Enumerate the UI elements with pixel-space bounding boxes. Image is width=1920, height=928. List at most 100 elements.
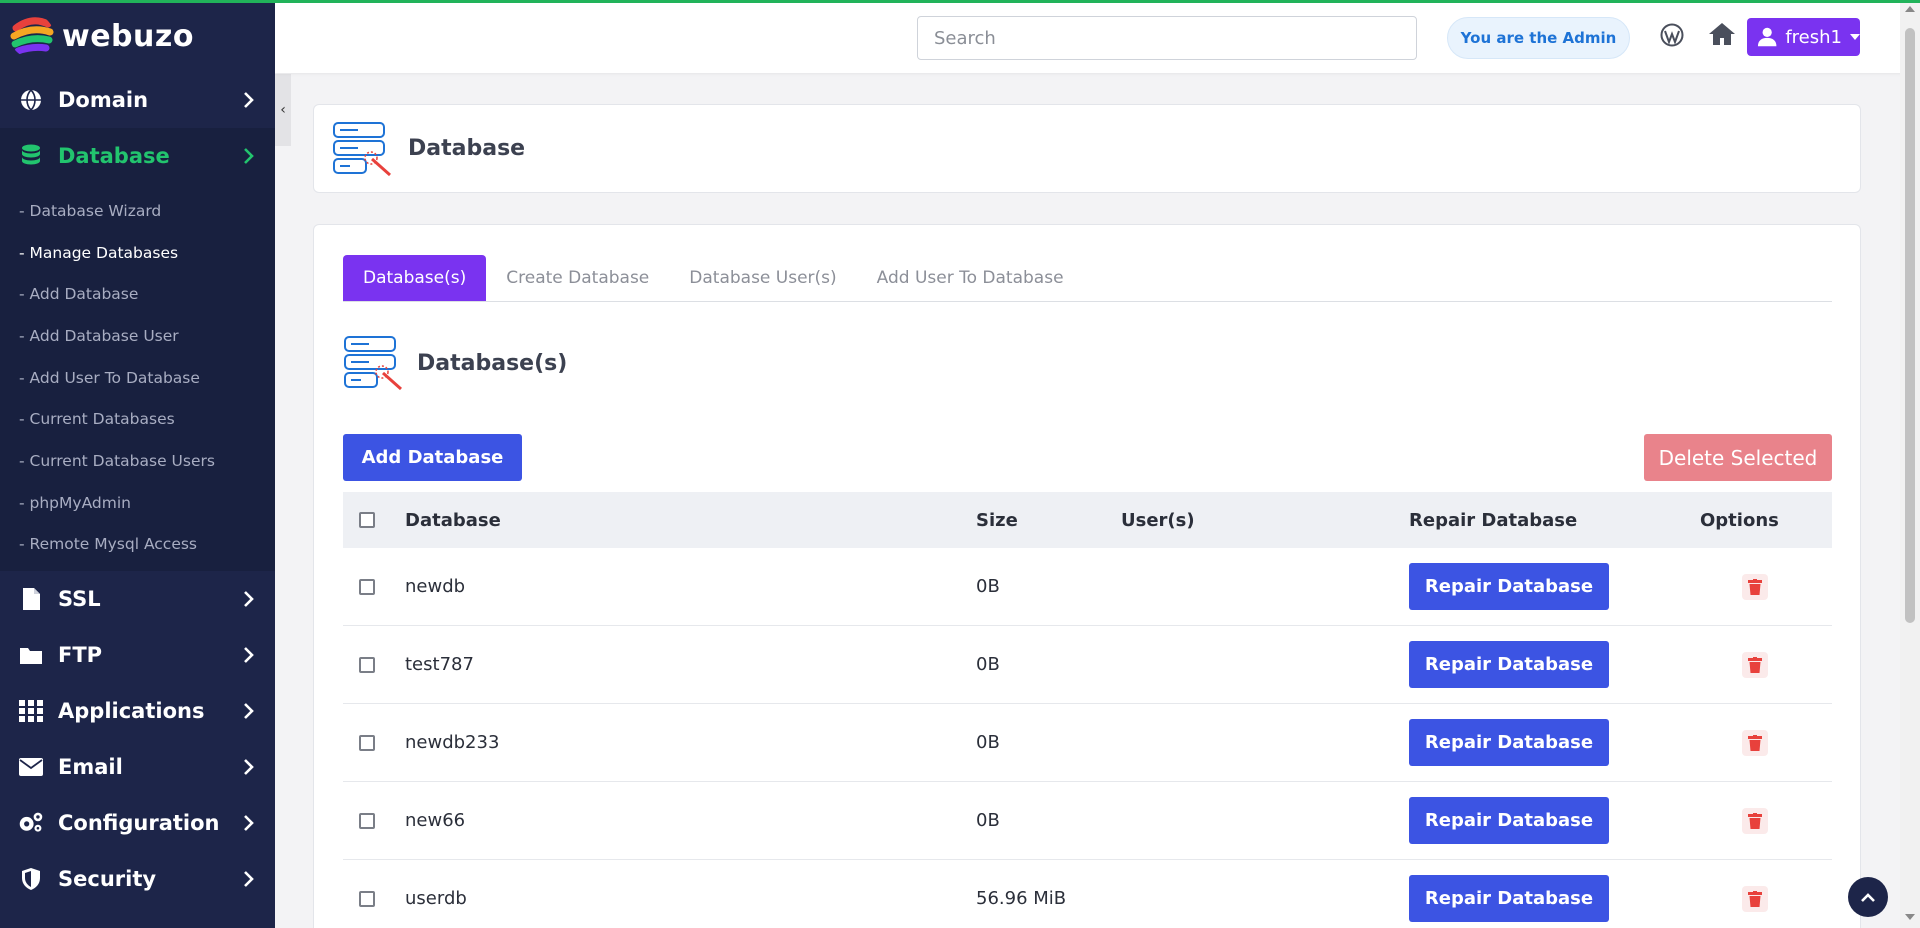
tab-add-user-to-database[interactable]: Add User To Database	[857, 255, 1084, 301]
column-header-size: Size	[976, 509, 1018, 531]
repair-database-button[interactable]: Repair Database	[1409, 719, 1609, 766]
home-icon[interactable]	[1707, 21, 1737, 47]
delete-selected-button[interactable]: Delete Selected	[1644, 434, 1832, 481]
submenu-phpmyadmin[interactable]: - phpMyAdmin	[0, 482, 275, 524]
tab-create-database[interactable]: Create Database	[486, 255, 669, 301]
row-checkbox[interactable]	[359, 656, 375, 673]
submenu-current-databases[interactable]: - Current Databases	[0, 398, 275, 440]
page-scrollbar[interactable]	[1900, 0, 1920, 928]
trash-icon[interactable]	[1742, 573, 1768, 600]
submenu-add-database[interactable]: - Add Database	[0, 273, 275, 315]
admin-status-badge: You are the Admin	[1447, 17, 1630, 59]
trash-icon[interactable]	[1742, 729, 1768, 756]
database-submenu: - Database Wizard - Manage Databases - A…	[0, 184, 275, 572]
scroll-up-arrow-icon[interactable]	[1905, 6, 1915, 12]
database-name: new66	[405, 810, 466, 831]
user-menu-button[interactable]: fresh1	[1747, 18, 1860, 56]
add-database-button[interactable]: Add Database	[343, 434, 522, 481]
gears-icon	[18, 810, 44, 836]
page-header-card: Database	[313, 104, 1861, 193]
sidebar-item-email[interactable]: Email	[0, 739, 275, 795]
database-size: 0B	[976, 732, 1000, 753]
section-header: Database(s)	[343, 335, 567, 391]
tab-bar: Database(s) Create Database Database Use…	[343, 255, 1832, 302]
submenu-remote-mysql-access[interactable]: - Remote Mysql Access	[0, 524, 275, 566]
sidebar-item-domain[interactable]: Domain	[0, 72, 275, 128]
repair-database-button[interactable]: Repair Database	[1409, 875, 1609, 922]
sidebar-item-database[interactable]: Database	[0, 128, 275, 184]
top-header: You are the Admin fresh1	[275, 3, 1920, 73]
sidebar-item-label: Email	[58, 755, 123, 780]
shield-icon	[18, 866, 44, 892]
repair-database-button[interactable]: Repair Database	[1409, 641, 1609, 688]
row-checkbox[interactable]	[359, 812, 375, 829]
table-row: new66 0B Repair Database	[343, 782, 1832, 860]
scrollbar-thumb[interactable]	[1905, 28, 1915, 623]
webuzo-logo-icon	[10, 14, 54, 58]
table-row: newdb233 0B Repair Database	[343, 704, 1832, 782]
submenu-add-user-to-database[interactable]: - Add User To Database	[0, 357, 275, 399]
page-title: Database	[408, 136, 526, 161]
table-row: newdb 0B Repair Database	[343, 548, 1832, 626]
sidebar-item-ftp[interactable]: FTP	[0, 627, 275, 683]
folder-icon	[18, 642, 44, 668]
database-size: 0B	[976, 810, 1000, 831]
sidebar-item-ssl[interactable]: SSL	[0, 571, 275, 627]
database-wizard-icon	[333, 121, 391, 176]
database-name: newdb233	[405, 732, 500, 753]
trash-icon[interactable]	[1742, 651, 1768, 678]
database-size: 0B	[976, 654, 1000, 675]
chevron-right-icon	[244, 647, 254, 664]
chevron-right-icon	[244, 703, 254, 720]
database-size: 56.96 MiB	[976, 888, 1067, 909]
sidebar-item-applications[interactable]: Applications	[0, 683, 275, 739]
chevron-right-icon	[244, 815, 254, 832]
column-header-database: Database	[405, 509, 501, 531]
scroll-down-arrow-icon[interactable]	[1905, 914, 1915, 920]
wordpress-icon[interactable]	[1660, 23, 1684, 47]
caret-down-icon	[1850, 34, 1860, 40]
chevron-right-icon	[244, 871, 254, 888]
tab-database-users[interactable]: Database User(s)	[669, 255, 856, 301]
top-accent-line	[0, 0, 1920, 3]
grid-icon	[18, 698, 44, 724]
file-icon	[18, 586, 44, 612]
repair-database-button[interactable]: Repair Database	[1409, 797, 1609, 844]
table-row: userdb 56.96 MiB Repair Database	[343, 860, 1832, 928]
sidebar-item-configuration[interactable]: Configuration	[0, 795, 275, 851]
submenu-manage-databases[interactable]: - Manage Databases	[0, 232, 275, 274]
table-header: Database Size User(s) Repair Database Op…	[343, 492, 1832, 548]
database-size: 0B	[976, 576, 1000, 597]
sidebar-collapse-toggle[interactable]: ‹	[275, 74, 291, 146]
column-header-repair: Repair Database	[1409, 509, 1578, 531]
select-all-checkbox[interactable]	[359, 512, 375, 528]
logo[interactable]: webuzo	[0, 0, 275, 72]
row-checkbox[interactable]	[359, 578, 375, 595]
database-name: newdb	[405, 576, 466, 597]
sidebar-item-security[interactable]: Security	[0, 851, 275, 907]
username: fresh1	[1785, 26, 1842, 48]
trash-icon[interactable]	[1742, 885, 1768, 912]
chevron-right-icon	[244, 759, 254, 776]
tab-databases[interactable]: Database(s)	[343, 255, 487, 301]
column-header-options: Options	[1700, 509, 1779, 531]
row-checkbox[interactable]	[359, 734, 375, 751]
sidebar-item-label: Configuration	[58, 811, 220, 836]
globe-icon	[18, 87, 44, 113]
table-row: test787 0B Repair Database	[343, 626, 1832, 704]
repair-database-button[interactable]: Repair Database	[1409, 563, 1609, 610]
submenu-database-wizard[interactable]: - Database Wizard	[0, 190, 275, 232]
scroll-to-top-button[interactable]	[1848, 877, 1888, 917]
column-header-users: User(s)	[1121, 509, 1195, 531]
submenu-current-database-users[interactable]: - Current Database Users	[0, 440, 275, 482]
chevron-left-icon: ‹	[280, 102, 286, 118]
trash-icon[interactable]	[1742, 807, 1768, 834]
sidebar-item-label: Domain	[58, 88, 149, 112]
row-checkbox[interactable]	[359, 890, 375, 907]
submenu-add-database-user[interactable]: - Add Database User	[0, 315, 275, 357]
search-input[interactable]	[917, 16, 1417, 60]
database-name: test787	[405, 654, 474, 675]
sidebar-item-label: SSL	[58, 587, 101, 612]
chevron-right-icon	[244, 148, 254, 164]
sidebar-item-label: Database	[58, 144, 170, 168]
